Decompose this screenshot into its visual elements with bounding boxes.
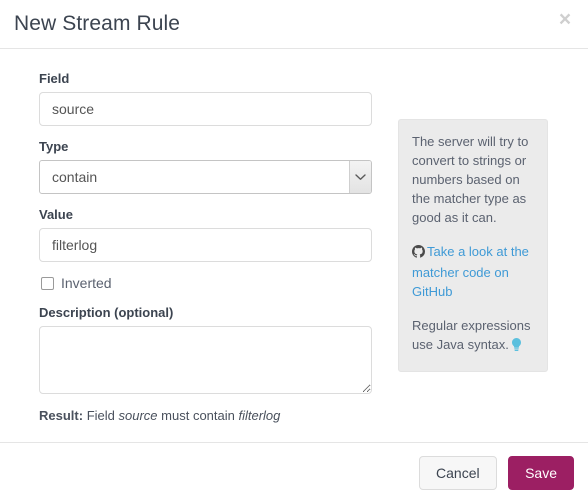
result-middle: must contain bbox=[161, 408, 235, 423]
info-paragraph-2: Regular expressions use Java syntax. bbox=[412, 316, 534, 357]
field-label: Field bbox=[39, 71, 70, 86]
inverted-checkbox[interactable] bbox=[41, 276, 54, 290]
type-select-wrapper: contain bbox=[39, 160, 372, 194]
page-title: New Stream Rule bbox=[14, 12, 181, 35]
modal-footer: Cancel Save bbox=[0, 442, 588, 502]
info-paragraph-1: The server will try to convert to string… bbox=[412, 134, 529, 225]
field-group-type: Type contain bbox=[39, 139, 372, 194]
inverted-label[interactable]: Inverted bbox=[61, 275, 112, 291]
modal-body: Field Type contain Value bbox=[0, 49, 588, 442]
description-label: Description (optional) bbox=[39, 305, 174, 320]
type-label: Type bbox=[39, 139, 69, 154]
field-group-field: Field bbox=[39, 71, 372, 126]
result-field-name: source bbox=[118, 408, 158, 423]
value-input[interactable] bbox=[39, 228, 372, 262]
cancel-button[interactable]: Cancel bbox=[419, 456, 497, 490]
modal-header: New Stream Rule × bbox=[0, 0, 588, 49]
result-match-value: filterlog bbox=[238, 408, 281, 423]
lightbulb-icon bbox=[511, 338, 522, 357]
info-link-paragraph: Take a look at the matcher code on GitHu… bbox=[412, 242, 534, 301]
result-field-word: Field bbox=[86, 408, 115, 423]
matcher-info-panel: The server will try to convert to string… bbox=[398, 119, 548, 372]
inverted-checkbox-row[interactable]: Inverted bbox=[41, 275, 372, 291]
result-prefix: Result: bbox=[39, 408, 84, 423]
description-textarea[interactable] bbox=[39, 326, 372, 394]
save-button[interactable]: Save bbox=[508, 456, 574, 490]
field-input[interactable] bbox=[39, 92, 372, 126]
type-select[interactable]: contain bbox=[39, 160, 372, 194]
field-group-value: Value bbox=[39, 207, 372, 262]
new-stream-rule-modal: New Stream Rule × Field Type contain bbox=[0, 0, 588, 502]
result-summary: Result: Field source must contain filter… bbox=[39, 407, 372, 425]
field-group-description: Description (optional) bbox=[39, 305, 372, 394]
value-label: Value bbox=[39, 207, 73, 222]
rule-form: Field Type contain Value bbox=[39, 71, 372, 425]
github-icon bbox=[412, 244, 425, 263]
close-icon[interactable]: × bbox=[555, 9, 575, 31]
matcher-code-link[interactable]: Take a look at the matcher code on GitHu… bbox=[412, 244, 529, 299]
